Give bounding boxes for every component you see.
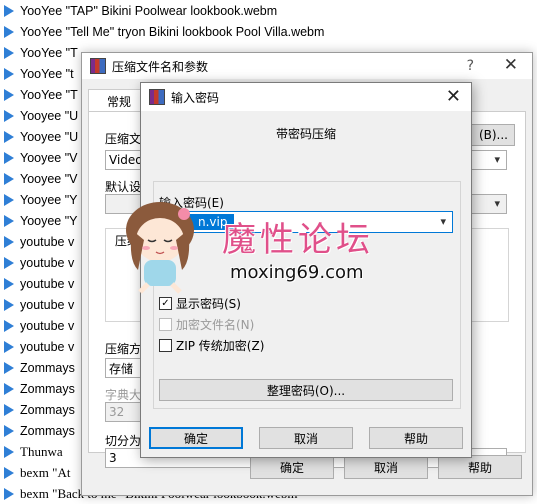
manage-passwords-button[interactable]: 整理密码(O)...	[159, 379, 453, 401]
outer-title: 压缩文件名和参数	[112, 59, 209, 74]
show-password-checkbox[interactable]: ✓ 显示密码(S)	[159, 295, 241, 312]
play-file-icon	[4, 130, 14, 143]
help-icon[interactable]: ?	[467, 58, 474, 74]
file-name: youtube v	[20, 234, 75, 249]
list-item[interactable]: YooYee "TAP" Bikini Poolwear lookbook.we…	[0, 0, 537, 21]
play-file-icon	[4, 151, 14, 164]
file-name: bexm "At	[20, 464, 71, 480]
checkbox-icon	[159, 339, 172, 352]
play-file-icon	[4, 487, 14, 500]
zip-legacy-label: ZIP 传统加密(Z)	[176, 339, 265, 353]
default-profile-label: 默认设	[105, 180, 142, 194]
outer-help-button[interactable]: 帮助	[438, 455, 522, 479]
play-file-icon	[4, 67, 14, 80]
play-file-icon	[4, 424, 14, 437]
dict-value: 32	[109, 405, 125, 419]
play-file-icon	[4, 214, 14, 227]
file-name: Yooyee "U	[20, 129, 79, 144]
outer-titlebar: 压缩文件名和参数 ? ✕	[82, 53, 532, 79]
encrypt-names-checkbox[interactable]: 加密文件名(N)	[159, 316, 254, 333]
play-file-icon	[4, 445, 14, 458]
split-value: 3	[109, 451, 117, 465]
file-name: YooYee "TAP" Bikini Poolwear lookbook.we…	[20, 3, 278, 18]
list-item[interactable]: YooYee "Tell Me" tryon Bikini lookbook P…	[0, 21, 537, 42]
show-password-label: 显示密码(S)	[176, 297, 241, 311]
chevron-down-icon: ▾	[440, 215, 446, 228]
file-name: YooYee "T	[20, 87, 78, 102]
play-file-icon	[4, 25, 14, 38]
zip-legacy-checkbox[interactable]: ZIP 传统加密(Z)	[159, 337, 264, 354]
play-file-icon	[4, 88, 14, 101]
file-name: Yooyee "V	[20, 150, 78, 165]
checkbox-icon	[159, 318, 172, 331]
file-name: youtube v	[20, 297, 75, 312]
password-dialog-title: 输入密码	[171, 90, 220, 105]
play-file-icon	[4, 256, 14, 269]
file-name: Thunwa	[20, 443, 63, 459]
outer-cancel-button[interactable]: 取消	[344, 455, 428, 479]
play-file-icon	[4, 193, 14, 206]
play-file-icon	[4, 361, 14, 374]
file-name: Yooyee "U	[20, 108, 79, 123]
file-name: youtube v	[20, 339, 75, 354]
watermark-url: moxing69.com	[230, 262, 364, 283]
chevron-down-icon: ▾	[494, 197, 500, 210]
file-name: Zommays	[20, 402, 75, 417]
file-name: Zommays	[20, 423, 75, 438]
mascot-watermark-icon	[126, 202, 194, 294]
winrar-icon	[90, 58, 106, 74]
dict-label: 字典大	[105, 388, 142, 402]
password-subtitle: 带密码压缩	[275, 127, 336, 141]
play-file-icon	[4, 340, 14, 353]
file-name: Yooyee "Y	[20, 192, 78, 207]
password-cancel-button[interactable]: 取消	[259, 427, 353, 449]
encrypt-names-label: 加密文件名(N)	[176, 318, 255, 332]
play-file-icon	[4, 277, 14, 290]
winrar-icon	[149, 89, 165, 105]
play-file-icon	[4, 109, 14, 122]
play-file-icon	[4, 298, 14, 311]
play-file-icon	[4, 235, 14, 248]
file-name: Zommays	[20, 360, 75, 375]
play-file-icon	[4, 403, 14, 416]
play-file-icon	[4, 172, 14, 185]
file-name: YooYee "t	[20, 66, 74, 81]
password-close-icon[interactable]: ✕	[446, 86, 461, 107]
file-name: YooYee "T	[20, 45, 78, 60]
play-file-icon	[4, 466, 14, 479]
password-ok-button[interactable]: 确定	[149, 427, 243, 449]
play-file-icon	[4, 382, 14, 395]
file-name: YooYee "Tell Me" tryon Bikini lookbook P…	[20, 24, 325, 39]
file-name: youtube v	[20, 255, 75, 270]
outer-ok-button[interactable]: 确定	[250, 455, 334, 479]
file-name: youtube v	[20, 318, 75, 333]
password-titlebar: 输入密码 ✕	[141, 83, 471, 111]
password-help-button[interactable]: 帮助	[369, 427, 463, 449]
watermark-chinese: 魔性论坛	[222, 220, 374, 260]
chevron-down-icon: ▾	[494, 153, 500, 166]
play-file-icon	[4, 4, 14, 17]
file-name: Yooyee "V	[20, 171, 78, 186]
method-label: 压缩方	[105, 342, 142, 356]
method-value: 存储	[109, 361, 134, 376]
archive-name-label: 压缩文	[105, 132, 142, 146]
outer-close-icon[interactable]: ✕	[504, 55, 518, 75]
file-name: youtube v	[20, 276, 75, 291]
play-file-icon	[4, 46, 14, 59]
checkbox-checked-icon: ✓	[159, 297, 172, 310]
file-name: Zommays	[20, 381, 75, 396]
play-file-icon	[4, 319, 14, 332]
split-label: 切分为	[105, 434, 142, 448]
file-name: Yooyee "Y	[20, 213, 78, 228]
